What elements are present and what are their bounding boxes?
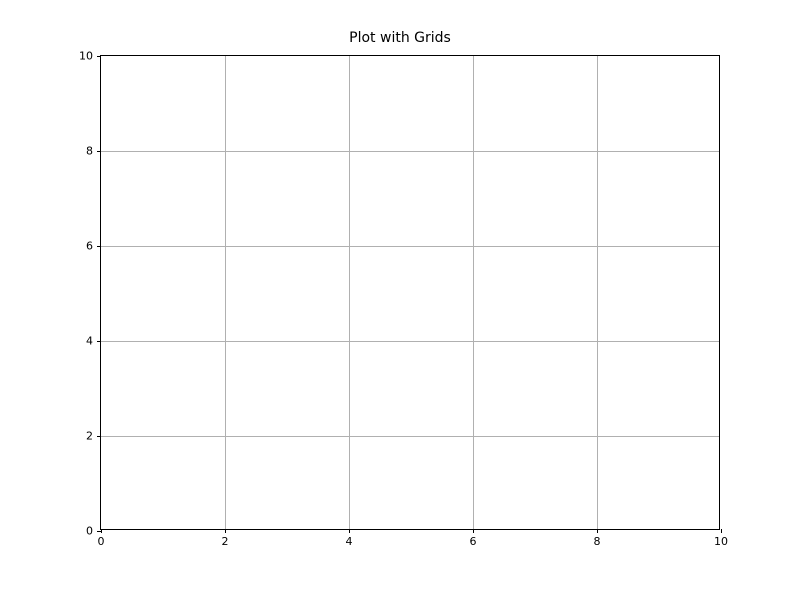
x-tick [101,529,102,533]
gridline-vertical [473,56,474,529]
gridline-horizontal [101,436,719,437]
chart-title: Plot with Grids [0,30,800,46]
y-tick [97,151,101,152]
y-tick [97,56,101,57]
axes-area: 02468100246810 [100,55,720,530]
y-tick-label: 10 [79,50,93,63]
figure: Plot with Grids 02468100246810 [0,0,800,600]
y-tick [97,341,101,342]
x-tick [721,529,722,533]
gridline-vertical [349,56,350,529]
x-tick [473,529,474,533]
x-tick-label: 8 [594,535,601,548]
y-tick-label: 4 [86,335,93,348]
x-tick-label: 6 [470,535,477,548]
x-tick-label: 2 [222,535,229,548]
y-tick-label: 2 [86,430,93,443]
gridline-vertical [225,56,226,529]
y-tick-label: 0 [86,525,93,538]
x-tick-label: 10 [714,535,728,548]
x-tick-label: 0 [98,535,105,548]
y-tick-label: 6 [86,240,93,253]
x-tick [225,529,226,533]
gridline-vertical [597,56,598,529]
gridline-horizontal [101,246,719,247]
x-tick [349,529,350,533]
gridline-horizontal [101,151,719,152]
x-tick [597,529,598,533]
y-tick [97,246,101,247]
gridline-horizontal [101,341,719,342]
y-tick [97,436,101,437]
y-tick-label: 8 [86,145,93,158]
y-tick [97,531,101,532]
x-tick-label: 4 [346,535,353,548]
